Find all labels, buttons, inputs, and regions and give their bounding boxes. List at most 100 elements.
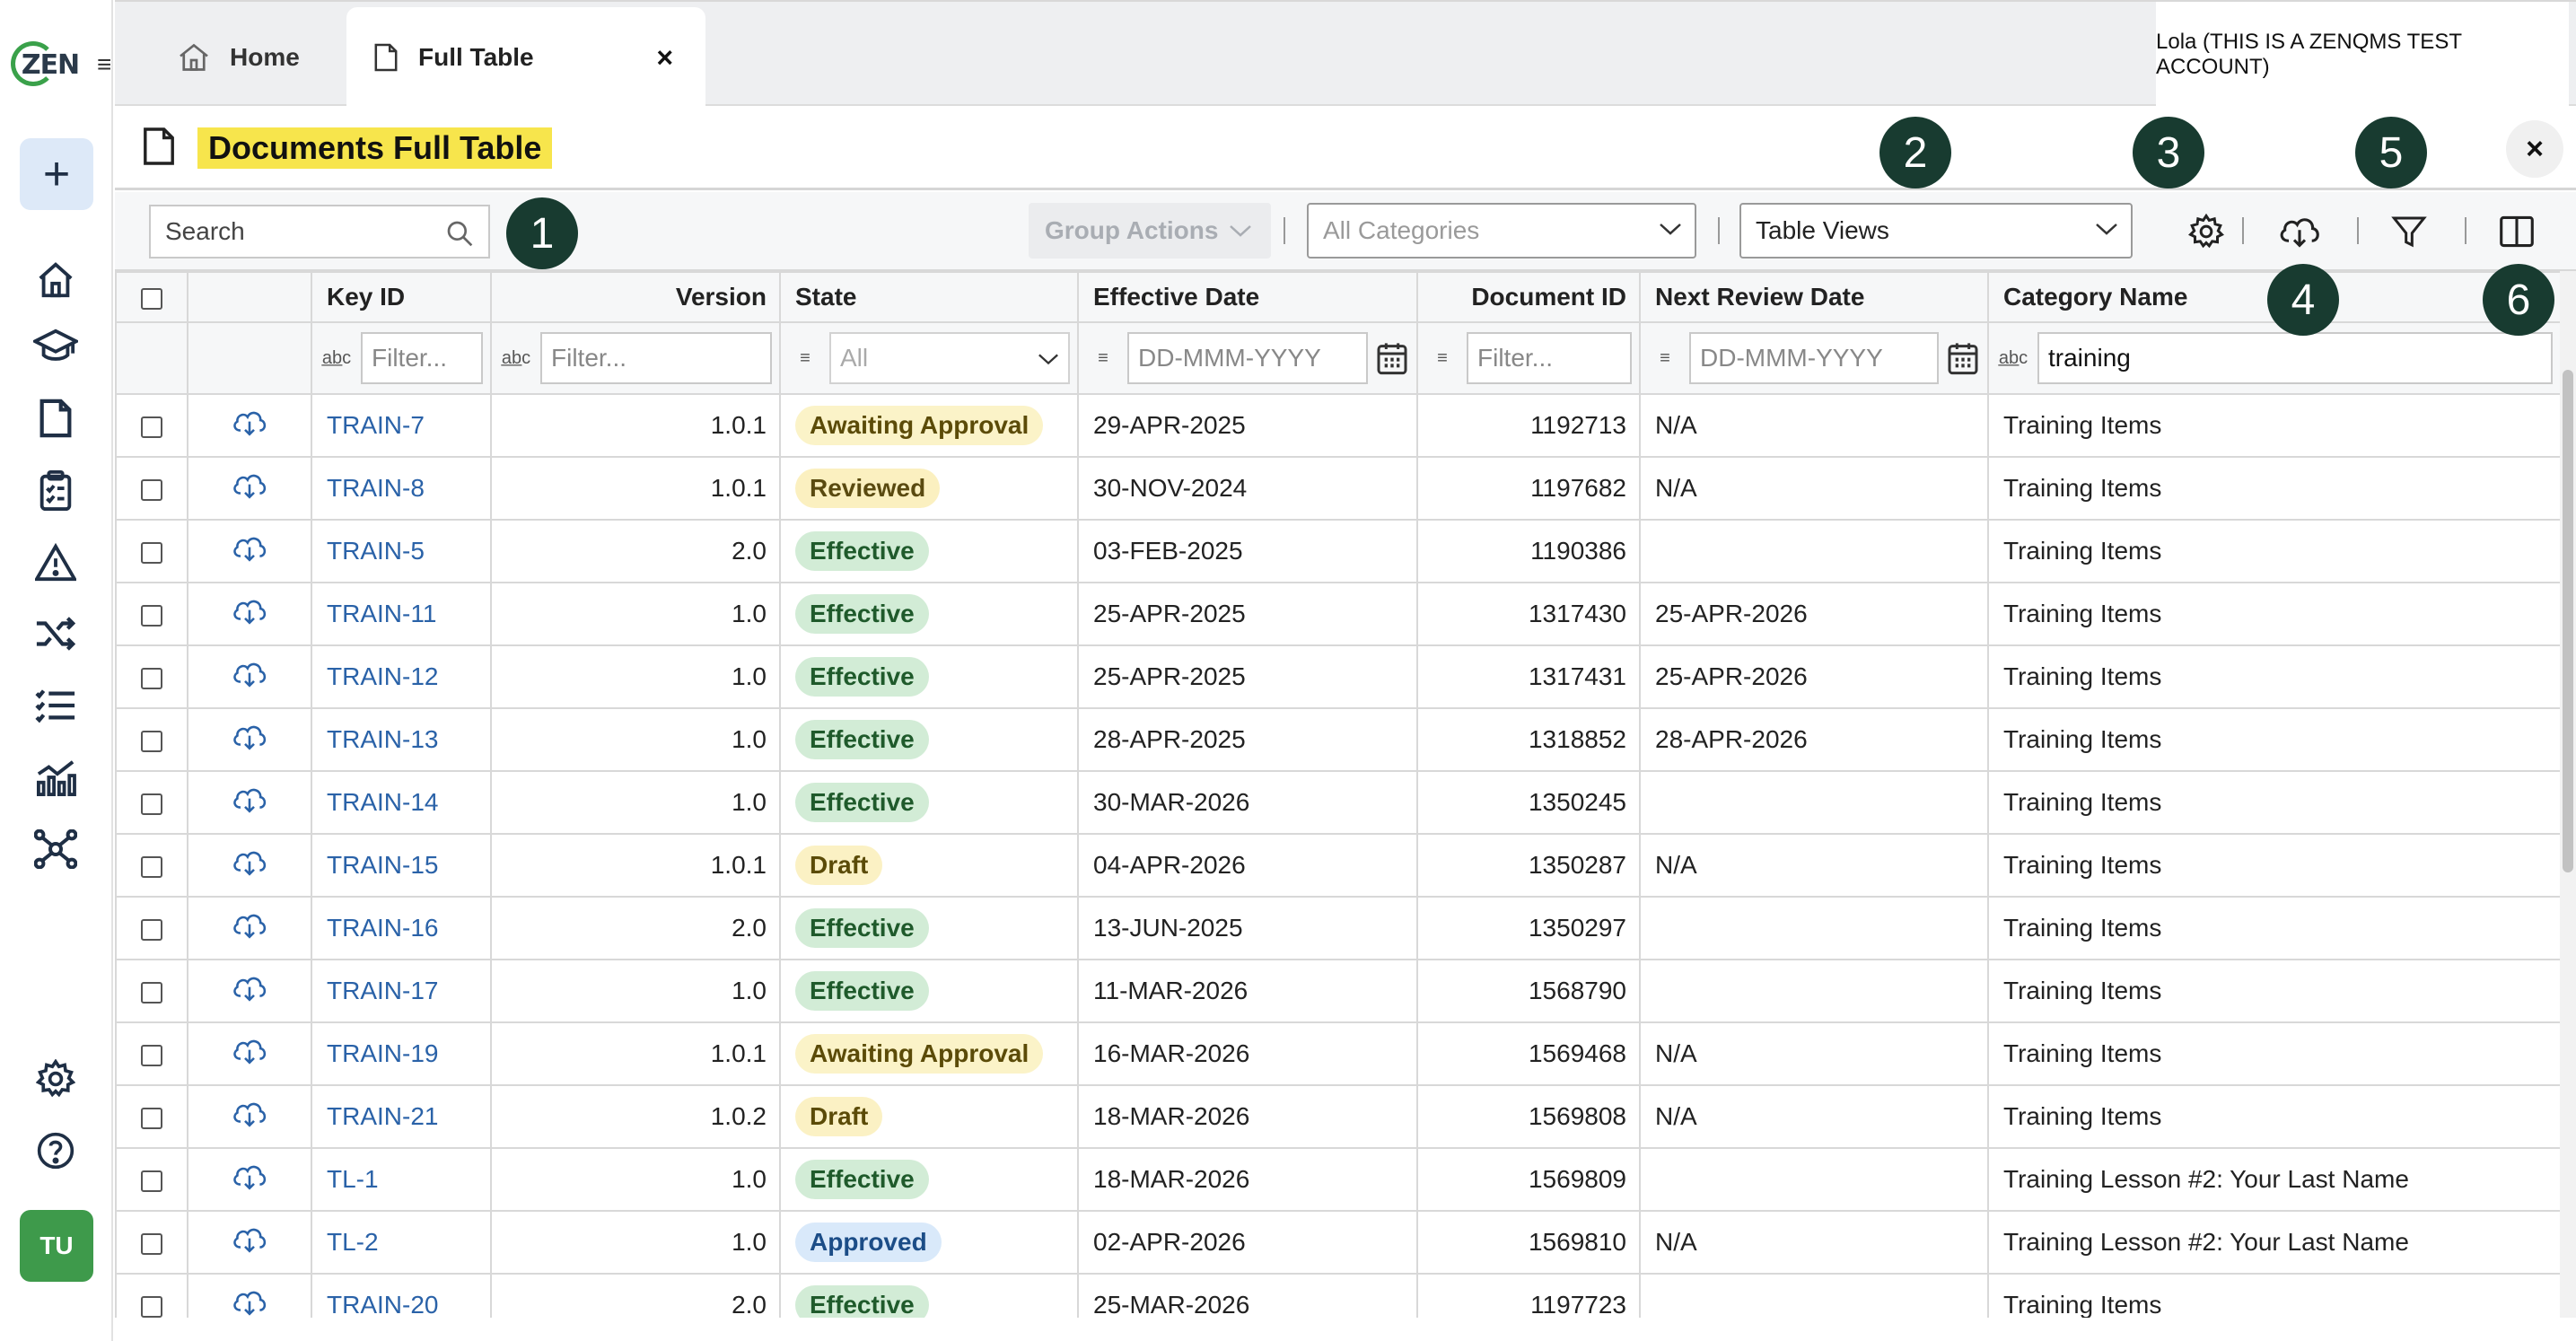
- settings-gear-icon[interactable]: [27, 1052, 84, 1106]
- key-id-link[interactable]: TRAIN-15: [327, 851, 438, 879]
- column-header-state[interactable]: State: [779, 271, 1079, 323]
- cloud-download-icon[interactable]: [232, 411, 267, 443]
- search-input[interactable]: Search: [149, 205, 490, 259]
- row-checkbox[interactable]: [141, 1044, 162, 1066]
- task-list-icon[interactable]: [27, 679, 84, 732]
- row-checkbox[interactable]: [141, 541, 162, 564]
- calendar-icon[interactable]: [1946, 340, 1980, 376]
- equals-filter-type-icon[interactable]: ≡: [1425, 348, 1459, 369]
- equals-filter-type-icon[interactable]: ≡: [788, 348, 822, 369]
- cloud-download-icon[interactable]: [232, 1291, 267, 1319]
- menu-toggle-icon[interactable]: ≡: [97, 50, 111, 79]
- text-filter-type-icon[interactable]: a̲b̲c: [320, 348, 354, 369]
- tab-close-icon[interactable]: ×: [656, 41, 673, 74]
- table-row[interactable]: TRAIN-21 1.0.2 Draft 18-MAR-2026 1569808 N/A T…: [115, 1084, 2560, 1149]
- analytics-chart-icon[interactable]: [27, 750, 84, 804]
- checklist-clipboard-icon[interactable]: [27, 463, 84, 517]
- key-id-link[interactable]: TRAIN-12: [327, 662, 438, 690]
- row-checkbox[interactable]: [141, 416, 162, 438]
- row-checkbox[interactable]: [141, 1295, 162, 1318]
- cloud-download-icon[interactable]: [232, 537, 267, 569]
- text-filter-type-icon[interactable]: a̲b̲c: [499, 348, 533, 369]
- key-id-link[interactable]: TRAIN-8: [327, 474, 425, 502]
- document-icon[interactable]: [27, 391, 84, 445]
- row-checkbox[interactable]: [141, 1107, 162, 1129]
- row-checkbox[interactable]: [141, 981, 162, 1004]
- key-id-link[interactable]: TRAIN-16: [327, 914, 438, 942]
- table-row[interactable]: TRAIN-13 1.0 Effective 28-APR-2025 1318852 28…: [115, 707, 2560, 772]
- key-id-link[interactable]: TRAIN-21: [327, 1102, 438, 1130]
- key-id-link[interactable]: TRAIN-14: [327, 788, 438, 816]
- cloud-download-icon[interactable]: [232, 600, 267, 632]
- table-row[interactable]: TRAIN-15 1.0.1 Draft 04-APR-2026 1350287 N/A T…: [115, 833, 2560, 898]
- state-filter-select[interactable]: All: [829, 332, 1070, 384]
- table-row[interactable]: TL-2 1.0 Approved 02-APR-2026 1569810 N/A Trai…: [115, 1210, 2560, 1275]
- table-row[interactable]: TRAIN-19 1.0.1 Awaiting Approval 16-MAR-202…: [115, 1021, 2560, 1086]
- cloud-download-icon[interactable]: [232, 788, 267, 820]
- training-cap-icon[interactable]: [27, 320, 84, 373]
- equals-filter-type-icon[interactable]: ≡: [1648, 348, 1682, 369]
- row-checkbox[interactable]: [141, 604, 162, 627]
- group-actions-button[interactable]: Group Actions: [1029, 203, 1271, 259]
- close-page-button[interactable]: ×: [2506, 120, 2563, 178]
- cloud-download-icon[interactable]: [232, 977, 267, 1009]
- table-settings-gear-icon[interactable]: [2183, 208, 2230, 255]
- create-new-button[interactable]: +: [20, 138, 93, 210]
- warning-triangle-icon[interactable]: [27, 535, 84, 589]
- key-id-link[interactable]: TRAIN-17: [327, 977, 438, 1004]
- row-checkbox[interactable]: [141, 1170, 162, 1192]
- cloud-download-icon[interactable]: [232, 1039, 267, 1072]
- row-checkbox[interactable]: [141, 730, 162, 752]
- row-checkbox[interactable]: [141, 793, 162, 815]
- table-row[interactable]: TRAIN-20 2.0 Effective 25-MAR-2026 1197723 Tr…: [115, 1273, 2560, 1319]
- row-checkbox[interactable]: [141, 478, 162, 501]
- cloud-download-icon[interactable]: [232, 1165, 267, 1197]
- cloud-download-icon[interactable]: [232, 1102, 267, 1135]
- table-row[interactable]: TRAIN-8 1.0.1 Reviewed 30-NOV-2024 1197682 N/…: [115, 456, 2560, 521]
- key-id-link[interactable]: TRAIN-7: [327, 411, 425, 439]
- row-checkbox[interactable]: [141, 855, 162, 878]
- key-id-link[interactable]: TL-1: [327, 1165, 379, 1193]
- split-columns-icon[interactable]: [2493, 208, 2540, 255]
- column-header-next-review-date[interactable]: Next Review Date: [1639, 271, 1989, 323]
- equals-filter-type-icon[interactable]: ≡: [1086, 348, 1120, 369]
- next-review-date-filter-input[interactable]: DD-MMM-YYYY: [1689, 332, 1939, 384]
- table-row[interactable]: TRAIN-14 1.0 Effective 30-MAR-2026 1350245 Tr…: [115, 770, 2560, 835]
- row-checkbox[interactable]: [141, 918, 162, 941]
- category-name-filter-input[interactable]: training: [2037, 332, 2553, 384]
- cloud-download-icon[interactable]: [232, 914, 267, 946]
- calendar-icon[interactable]: [1375, 340, 1409, 376]
- cloud-download-icon[interactable]: [232, 851, 267, 883]
- key-id-link[interactable]: TRAIN-13: [327, 725, 438, 753]
- key-id-link[interactable]: TRAIN-19: [327, 1039, 438, 1067]
- key-id-link[interactable]: TRAIN-20: [327, 1291, 438, 1318]
- zen-logo[interactable]: ZEN: [11, 39, 80, 90]
- version-filter-input[interactable]: Filter...: [540, 332, 772, 384]
- table-row[interactable]: TRAIN-17 1.0 Effective 11-MAR-2026 1568790 Tr…: [115, 959, 2560, 1023]
- user-avatar[interactable]: TU: [20, 1210, 93, 1282]
- row-checkbox[interactable]: [141, 667, 162, 689]
- row-checkbox[interactable]: [141, 1232, 162, 1255]
- key-id-link[interactable]: TRAIN-5: [327, 537, 425, 565]
- account-name[interactable]: Lola (THIS IS A ZENQMS TEST ACCOUNT): [2156, 2, 2569, 108]
- cloud-download-icon[interactable]: [232, 662, 267, 695]
- column-header-version[interactable]: Version: [490, 271, 781, 323]
- help-question-icon[interactable]: [27, 1124, 84, 1178]
- cloud-download-icon[interactable]: [2276, 208, 2323, 255]
- table-row[interactable]: TRAIN-12 1.0 Effective 25-APR-2025 1317431 25…: [115, 644, 2560, 709]
- column-header-document-id[interactable]: Document ID: [1416, 271, 1641, 323]
- shuffle-icon[interactable]: [27, 607, 84, 661]
- column-header-effective-date[interactable]: Effective Date: [1077, 271, 1418, 323]
- key-id-link[interactable]: TRAIN-11: [327, 600, 436, 627]
- scrollbar-thumb[interactable]: [2563, 370, 2573, 872]
- key-id-link[interactable]: TL-2: [327, 1228, 379, 1256]
- cloud-download-icon[interactable]: [232, 725, 267, 758]
- key-id-filter-input[interactable]: Filter...: [361, 332, 483, 384]
- column-header-key-id[interactable]: Key ID: [311, 271, 492, 323]
- cloud-download-icon[interactable]: [232, 474, 267, 506]
- table-row[interactable]: TRAIN-7 1.0.1 Awaiting Approval 29-APR-2025…: [115, 393, 2560, 458]
- text-filter-type-icon[interactable]: a̲b̲c: [1996, 348, 2030, 369]
- network-hub-icon[interactable]: [27, 822, 84, 876]
- table-row[interactable]: TRAIN-11 1.0 Effective 25-APR-2025 1317430 25…: [115, 582, 2560, 646]
- tab-full-table[interactable]: Full Table ×: [346, 7, 705, 108]
